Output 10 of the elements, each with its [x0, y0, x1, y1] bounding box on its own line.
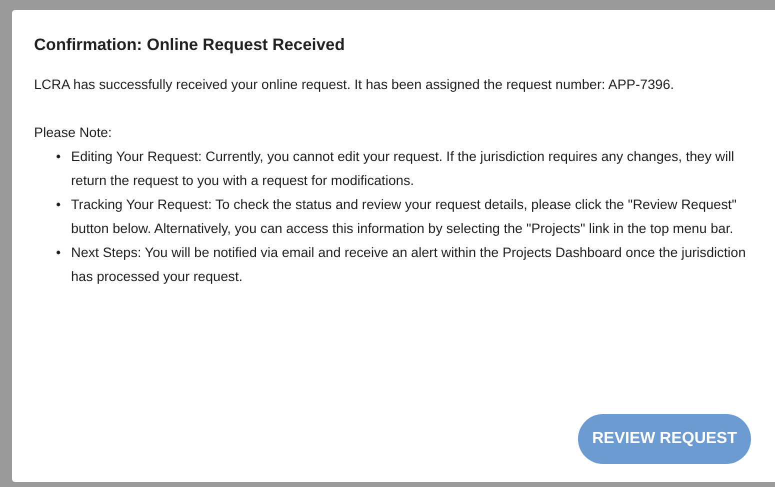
bullet-mark: •	[56, 196, 62, 214]
note-item: Tracking Your Request: To check the status and review your request details, please click the "Review Request" button below. Alternatively, you can access this information by selecting the "Projects" link in the top menu bar.	[71, 196, 738, 238]
dialog-title: Confirmation: Online Request Received	[34, 36, 346, 55]
note-item: Next Steps: You will be notified via email and receive an alert within the Projects Dashboard once the jurisdiction has processed your request.	[71, 244, 747, 286]
note-heading: Please Note:	[34, 124, 113, 142]
bullet-mark: •	[56, 244, 62, 262]
note-item: Editing Your Request: Currently, you cannot edit your request. If the jurisdiction requires any changes, they will return the request to you with a request for modifications.	[71, 148, 736, 190]
bullet-mark: •	[56, 148, 62, 166]
review-request-button[interactable]: REVIEW REQUEST	[578, 414, 751, 464]
confirmation-message: LCRA has successfully received your online request. It has been assigned the request number: APP-7396.	[34, 76, 676, 94]
